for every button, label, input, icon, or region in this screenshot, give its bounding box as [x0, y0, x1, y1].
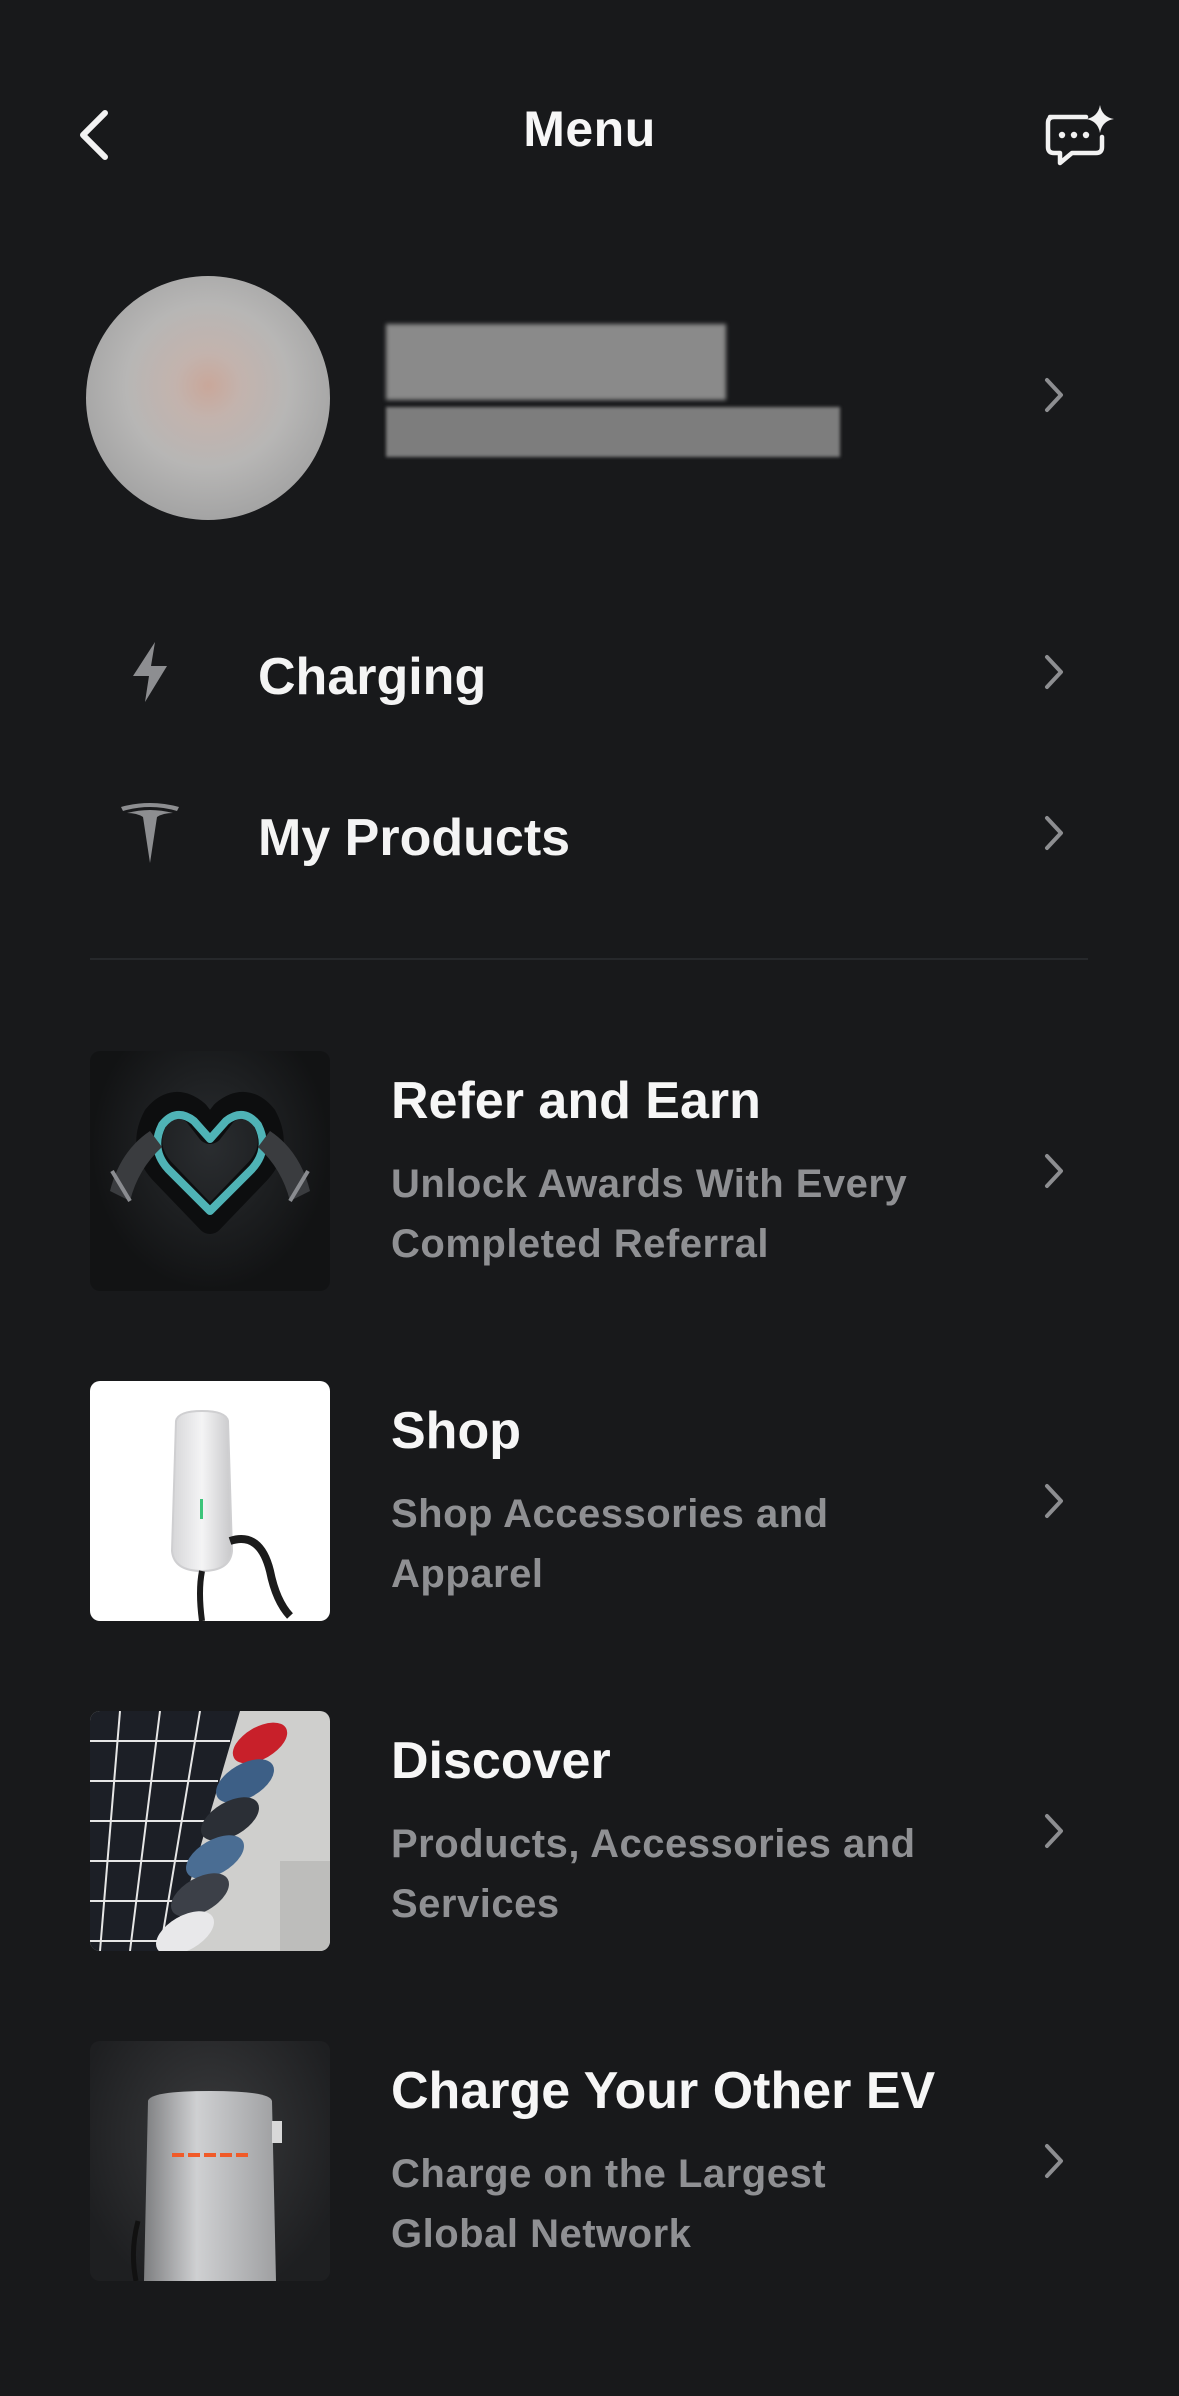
card-title: Refer and Earn: [391, 1072, 761, 1130]
menu-item-label: My Products: [258, 809, 571, 867]
menu-card-refer-and-earn[interactable]: Refer and Earn Unlock Awards With Every …: [0, 1051, 1179, 1291]
card-subtitle: Shop Accessories and Apparel: [391, 1492, 829, 1596]
discover-thumbnail: [90, 1711, 330, 1951]
card-title: Discover: [391, 1732, 611, 1790]
card-subtitle: Charge on the Largest Global Network: [391, 2152, 827, 2256]
menu-card-discover[interactable]: Discover Products, Accessories and Servi…: [0, 1711, 1179, 1951]
profile-name: [386, 324, 726, 400]
ai-chat-button[interactable]: [1040, 98, 1120, 178]
divider: [90, 958, 1088, 960]
menu-item-my-products[interactable]: My Products: [0, 758, 1179, 908]
card-subtitle: Unlock Awards With Every Completed Refer…: [391, 1162, 908, 1266]
chevron-right-icon: [1034, 2141, 1074, 2181]
profile-row[interactable]: [0, 270, 1179, 520]
card-title: Shop: [391, 1402, 521, 1460]
page-title: Menu: [523, 101, 656, 157]
card-title: Charge Your Other EV: [391, 2062, 936, 2120]
profile-email: [386, 407, 840, 457]
menu-card-charge-other-ev[interactable]: Charge Your Other EV Charge on the Large…: [0, 2041, 1179, 2281]
menu-screen: Menu Charging My Products Refer and Earn…: [0, 0, 1179, 2396]
lightning-bolt-icon: [110, 632, 190, 712]
chevron-right-icon: [1034, 1151, 1074, 1191]
top-bar: Menu: [0, 0, 1179, 240]
menu-item-charging[interactable]: Charging: [0, 597, 1179, 747]
ai-chat-icon: [1045, 105, 1114, 166]
chevron-right-icon: [1034, 1481, 1074, 1521]
shop-thumbnail: [90, 1381, 330, 1621]
menu-card-shop[interactable]: Shop Shop Accessories and Apparel: [0, 1381, 1179, 1621]
chevron-right-icon: [1034, 813, 1074, 853]
avatar: [86, 276, 330, 520]
chevron-right-icon: [1034, 375, 1074, 415]
tesla-logo-icon: [110, 793, 190, 873]
menu-item-label: Charging: [258, 648, 487, 706]
refer-thumbnail: [90, 1051, 330, 1291]
supercharger-thumbnail: [90, 2041, 330, 2281]
chevron-right-icon: [1034, 652, 1074, 692]
card-subtitle: Products, Accessories and Services: [391, 1822, 916, 1926]
chevron-right-icon: [1034, 1811, 1074, 1851]
